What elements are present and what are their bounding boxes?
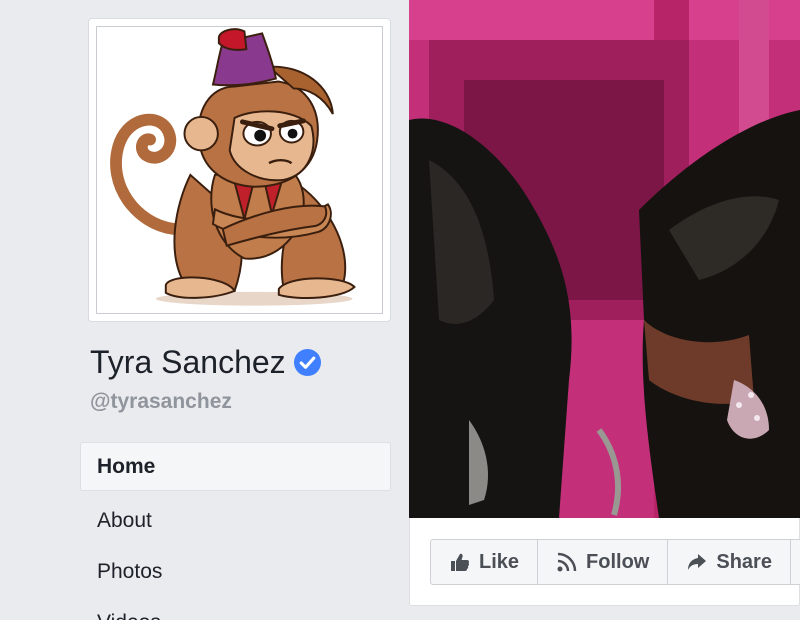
monkey-avatar-icon — [110, 28, 356, 306]
follow-label: Follow — [586, 550, 650, 573]
page-title: Tyra Sanchez — [90, 344, 322, 381]
page-handle[interactable]: @tyrasanchez — [90, 390, 232, 414]
nav-item-home[interactable]: Home — [80, 442, 391, 491]
like-button[interactable]: Like — [431, 540, 539, 584]
page-name-text: Tyra Sanchez — [90, 344, 286, 380]
page-nav: Home About Photos Videos — [80, 442, 391, 620]
action-button-group: Like Follow Share — [430, 539, 800, 585]
verified-badge-icon — [293, 348, 322, 377]
share-button[interactable]: Share — [668, 540, 791, 584]
profile-picture[interactable] — [96, 26, 383, 314]
follow-button[interactable]: Follow — [538, 540, 669, 584]
nav-item-photos[interactable]: Photos — [80, 545, 391, 596]
cover-photo-icon — [409, 0, 800, 518]
share-label: Share — [716, 550, 772, 573]
thumbs-up-icon — [449, 551, 471, 573]
page-action-bar: Like Follow Share — [409, 518, 800, 606]
nav-item-videos[interactable]: Videos — [80, 596, 391, 620]
profile-picture-frame[interactable] — [88, 18, 391, 322]
rss-feed-icon — [556, 551, 578, 573]
nav-item-about[interactable]: About — [80, 494, 391, 545]
like-label: Like — [479, 550, 520, 573]
share-arrow-icon — [686, 551, 708, 573]
cover-photo[interactable] — [409, 0, 800, 518]
